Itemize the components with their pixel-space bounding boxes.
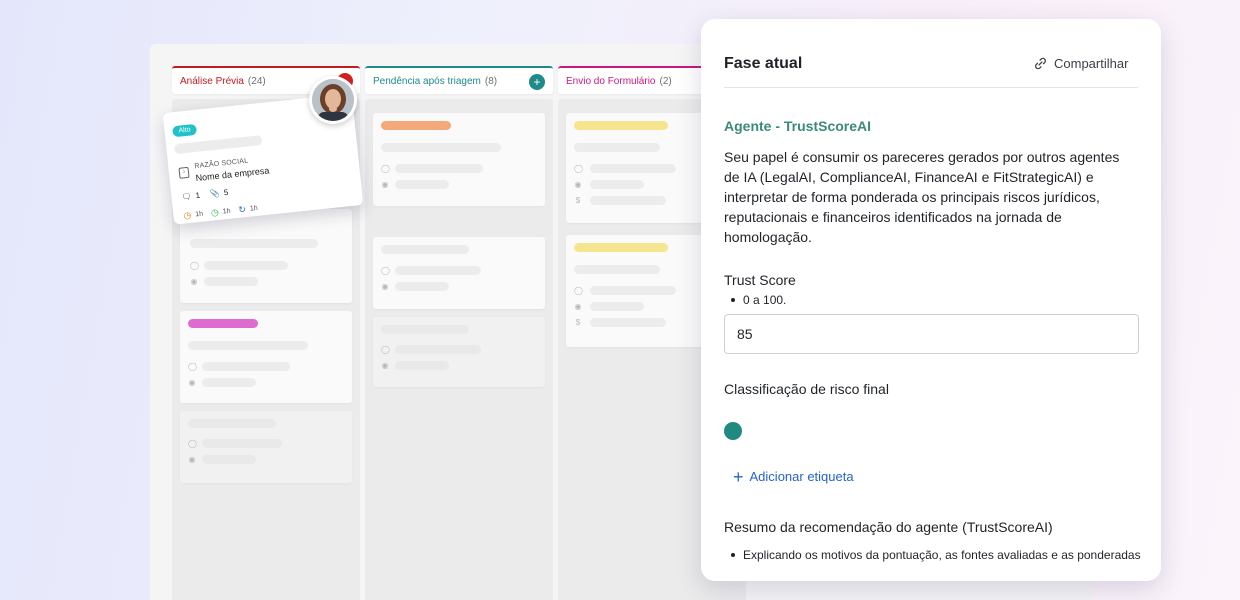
card-meta: 🗨 1 📎 5 xyxy=(181,188,229,202)
phase-panel: Fase atual Compartilhar Agente - TrustSc… xyxy=(701,19,1161,581)
refresh-icon: ↻ xyxy=(237,204,247,215)
column-header[interactable]: Pendência após triagem (8) + xyxy=(365,66,553,94)
attachment-count: 5 xyxy=(223,187,229,198)
comment-icon: 🗨 xyxy=(181,191,193,202)
check-clock-icon: ◷ xyxy=(210,206,220,218)
column-title: Análise Prévia xyxy=(180,75,244,87)
risk-color-tag[interactable] xyxy=(724,422,742,440)
column-count: (2) xyxy=(659,75,672,87)
card-placeholder[interactable]: ◯ ◉ xyxy=(373,237,545,309)
trust-score-input[interactable]: 85 xyxy=(724,314,1139,354)
add-tag-label: Adicionar etiqueta xyxy=(749,469,854,484)
avatar xyxy=(309,76,357,124)
plus-icon: + xyxy=(733,466,744,487)
bullet-icon xyxy=(731,298,735,302)
column-body: ◯ ◉ ◯ ◉ ◯ ◉ xyxy=(365,99,553,600)
avatar-photo xyxy=(312,79,354,121)
share-button[interactable]: Compartilhar xyxy=(1033,56,1128,71)
attachment-icon: 📎 xyxy=(209,188,221,199)
column-title: Envio do Formulário xyxy=(566,75,656,87)
comment-count: 1 xyxy=(195,190,201,201)
time-value: 1h xyxy=(194,210,204,219)
hint-text: Explicando os motivos da pontuação, as f… xyxy=(743,548,1141,562)
document-icon: › xyxy=(178,166,190,179)
card-placeholder[interactable]: ◯ ◉ xyxy=(373,317,545,387)
agent-description: Seu papel é consumir os pareceres gerado… xyxy=(724,149,1120,245)
summary-label: Resumo da recomendação do agente (TrustS… xyxy=(724,519,1053,535)
column-pendencia: Pendência após triagem (8) + ◯ ◉ ◯ ◉ ◯ ◉ xyxy=(365,66,553,600)
add-card-icon[interactable]: + xyxy=(529,74,545,90)
clock-icon: ◷ xyxy=(182,209,192,221)
link-icon xyxy=(1035,57,1046,70)
card-placeholder[interactable]: ◯ ◉ xyxy=(180,209,352,303)
risk-classification-label: Classificação de risco final xyxy=(724,381,889,397)
title-placeholder xyxy=(173,135,263,155)
bullet-icon xyxy=(731,553,735,557)
column-count: (8) xyxy=(484,75,498,87)
person-portrait-icon xyxy=(312,79,354,121)
summary-hint: Explicando os motivos da pontuação, as f… xyxy=(731,548,1141,562)
time-value: 1h xyxy=(222,207,231,216)
panel-title: Fase atual xyxy=(724,55,803,72)
add-tag-button[interactable]: + Adicionar etiqueta xyxy=(733,466,854,487)
time-value: 1h xyxy=(249,204,259,213)
share-label: Compartilhar xyxy=(1054,56,1129,71)
card-placeholder[interactable]: ◯ ◉ xyxy=(373,113,545,206)
trust-score-hint: 0 a 100. xyxy=(731,293,786,307)
trust-score-label: Trust Score xyxy=(724,272,796,288)
priority-badge: Alto xyxy=(172,123,198,138)
column-title: Pendência após triagem xyxy=(373,75,481,87)
agent-title: Agente - TrustScoreAI xyxy=(724,118,872,134)
column-count: (24) xyxy=(247,75,266,87)
divider xyxy=(724,87,1138,88)
hint-text: 0 a 100. xyxy=(743,293,787,307)
card-placeholder[interactable]: ◯ ◉ xyxy=(180,311,352,403)
card-placeholder[interactable]: ◯ ◉ xyxy=(180,411,352,483)
